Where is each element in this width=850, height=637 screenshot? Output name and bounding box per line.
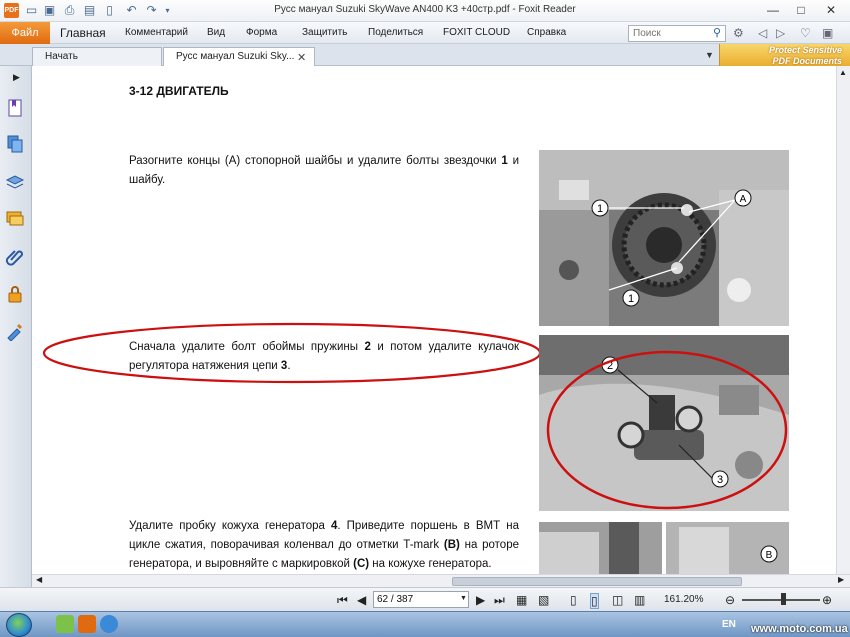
security-icon[interactable] (5, 284, 25, 304)
first-page-button[interactable]: ⏮ (337, 593, 348, 608)
search-input[interactable] (628, 25, 726, 42)
settings-icon[interactable]: ⚙ (733, 26, 744, 40)
watermark-text: www.moto.com.ua (751, 623, 848, 635)
photo2-label-3: 3 (717, 474, 723, 486)
print-icon[interactable]: ⎙ (62, 3, 77, 18)
taskbar-app-1[interactable] (56, 615, 74, 633)
user-icon[interactable]: ▣ (822, 26, 833, 40)
tab-share[interactable]: Поделиться (368, 22, 423, 44)
page-heading: 3-12 ДВИГАТЕЛЬ (129, 84, 229, 98)
redo-icon[interactable]: ↷ (144, 3, 159, 18)
tab-start[interactable]: Начать (32, 47, 162, 66)
horizontal-scrollbar[interactable]: ◀ ▶ (32, 574, 850, 587)
engine-photo-1: 1 1 A (539, 150, 789, 326)
tab-foxit-cloud[interactable]: FOXIT CLOUD (443, 22, 510, 44)
zoom-in-button[interactable]: ⊕ (822, 593, 832, 607)
title-bar: PDF ▭ ▣ ⎙ ▤ ▯ ↶ ↷ ▾ Русс мануал Suzuki S… (0, 0, 850, 22)
facing-page-icon[interactable]: ◫ (612, 593, 623, 607)
maximize-button[interactable]: □ (786, 0, 816, 20)
forward-icon[interactable]: ▷ (776, 26, 785, 40)
expand-pane-icon[interactable]: ▶ (13, 72, 20, 83)
language-indicator[interactable]: EN (722, 619, 736, 630)
back-icon[interactable]: ◁ (758, 26, 767, 40)
tab-help[interactable]: Справка (527, 22, 566, 44)
customize-icon[interactable]: ▾ (160, 3, 175, 18)
taskbar-app-foxit[interactable] (78, 615, 96, 633)
attachments-icon[interactable] (5, 246, 25, 266)
tab-view[interactable]: Вид (207, 22, 225, 44)
protect-banner-line2: PDF Documents (772, 56, 842, 66)
close-tab-icon[interactable]: ✕ (297, 51, 306, 64)
layers-icon[interactable] (5, 172, 25, 192)
scan-icon[interactable]: ▤ (82, 3, 97, 18)
vertical-scrollbar[interactable]: ▲ (836, 66, 850, 574)
continuous-page-icon[interactable]: ▯ (590, 593, 599, 609)
tab-list-dropdown-icon[interactable]: ▼ (705, 50, 714, 60)
start-button[interactable] (6, 613, 32, 637)
engine-photo-2: 2 3 (539, 335, 789, 511)
tab-home[interactable]: Главная (60, 22, 106, 44)
paragraph-1: Разогните концы (A) стопорной шайбы и уд… (129, 155, 519, 186)
fit-width-icon[interactable]: ▧ (538, 593, 549, 607)
tab-comment[interactable]: Комментарий (125, 22, 188, 44)
folder-open-icon[interactable]: ▭ (24, 3, 39, 18)
page-number-input[interactable] (373, 591, 469, 608)
file-tab[interactable]: Файл (0, 22, 50, 44)
taskbar-app-browser[interactable] (100, 615, 118, 633)
previous-page-button[interactable]: ◀ (357, 593, 366, 607)
zoom-slider-thumb[interactable] (781, 593, 786, 605)
single-page-icon[interactable]: ▯ (570, 593, 577, 607)
next-page-button[interactable]: ▶ (476, 593, 485, 607)
signature-icon[interactable] (5, 321, 25, 341)
app-icon[interactable]: PDF (4, 3, 19, 18)
minimize-button[interactable]: — (758, 0, 788, 20)
tab-document[interactable]: Русс мануал Suzuki Sky... (163, 47, 315, 66)
photo3-label-b: B (766, 550, 773, 561)
horizontal-scroll-thumb[interactable] (452, 577, 742, 586)
photo1-label-1b: 1 (628, 293, 634, 305)
photo1-label-a: A (740, 194, 747, 205)
comments-icon[interactable] (5, 209, 25, 229)
close-window-button[interactable]: ✕ (816, 0, 846, 20)
windows-taskbar: EN (0, 611, 850, 637)
protect-banner-line1: Protect Sensitive (768, 45, 842, 55)
search-icon[interactable]: ⚲ (713, 26, 721, 39)
favorite-icon[interactable]: ♡ (800, 26, 811, 40)
continuous-facing-icon[interactable]: ▥ (634, 593, 645, 607)
zoom-out-button[interactable]: ⊖ (725, 593, 735, 607)
new-icon[interactable]: ▯ (102, 3, 117, 18)
ribbon-tab-bar: Файл Главная Комментарий Вид Форма Защит… (0, 22, 850, 44)
tab-form[interactable]: Форма (246, 22, 277, 44)
red-annotation-ellipse-text (42, 322, 542, 384)
paragraph-3: Удалите пробку кожуха генератора 4. Прив… (129, 520, 519, 570)
save-icon[interactable]: ▣ (42, 3, 57, 18)
protect-banner[interactable]: Protect Sensitive PDF Documents (719, 44, 850, 68)
bookmarks-icon[interactable] (5, 98, 25, 118)
tab-protect[interactable]: Защитить (302, 22, 347, 44)
fit-page-icon[interactable]: ▦ (516, 593, 527, 607)
undo-icon[interactable]: ↶ (124, 3, 139, 18)
left-navigation-pane: ▶ (0, 66, 32, 587)
engine-photo-3: B (539, 522, 789, 574)
last-page-button[interactable]: ⏭ (494, 593, 505, 608)
status-bar: ⏮ ◀ ▼ ▶ ⏭ ▦ ▧ ▯ ▯ ◫ ▥ 161.20% ⊖ ⊕ (0, 587, 850, 611)
photo1-label-1: 1 (597, 203, 603, 215)
pages-icon[interactable] (5, 134, 25, 154)
page-dropdown-icon[interactable]: ▼ (460, 595, 467, 602)
zoom-level[interactable]: 161.20% (664, 594, 703, 605)
